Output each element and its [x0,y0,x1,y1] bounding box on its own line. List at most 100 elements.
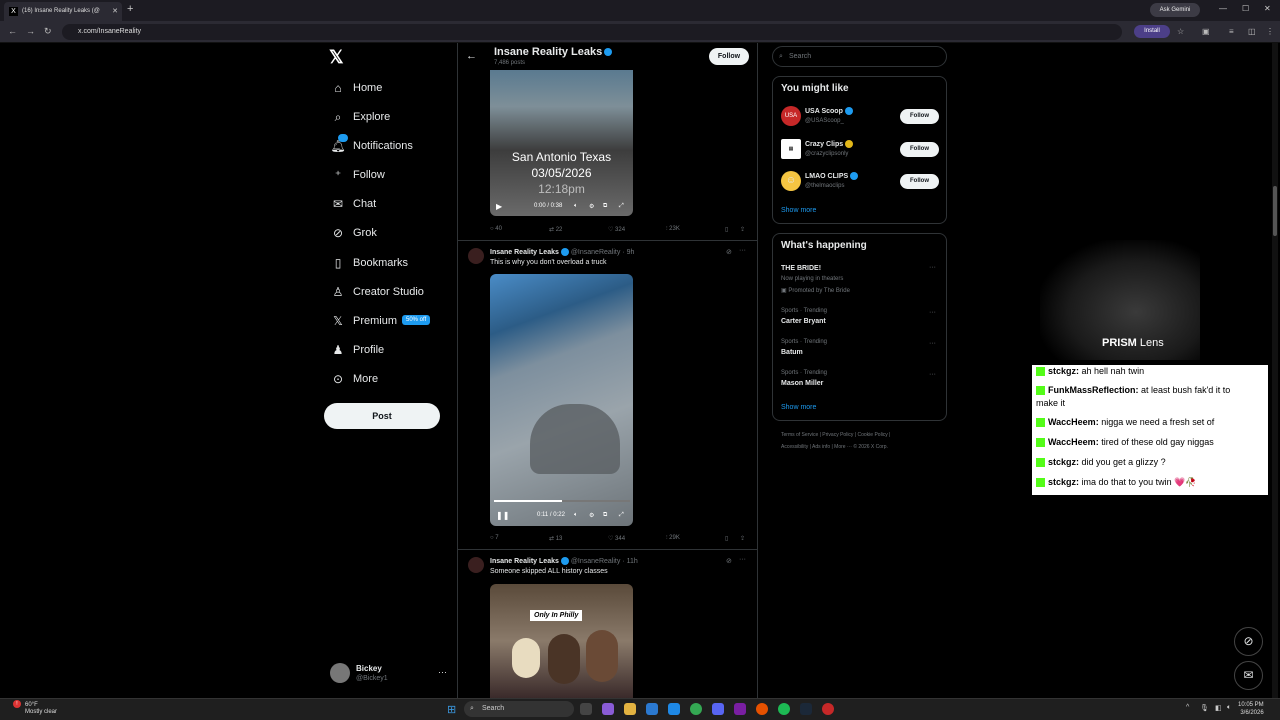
tray-chevron-icon[interactable]: ^ [1186,704,1189,711]
search-input[interactable]: ⌕ Search [772,46,947,67]
address-bar[interactable]: x.com/InsaneReality [62,24,1122,40]
suggestion-name[interactable]: LMAO CLIPS [805,172,859,180]
chrome-icon[interactable] [690,703,702,715]
avatar[interactable]: USA [781,106,801,126]
tweet-age[interactable]: 11h [627,558,638,565]
bookmark-star-icon[interactable]: ☆ [1177,27,1184,36]
grok-icon[interactable]: ⊘ [726,557,732,565]
trend-name[interactable]: Carter Bryant [781,318,826,325]
reply-button[interactable]: ○ 40 [490,226,502,232]
video-player[interactable]: ❚❚ 0:11 / 0:22 🔈︎ ⚙ ⧉ ⤢ [490,274,633,526]
pip-icon[interactable]: ⧉ [603,512,607,519]
tweet-age[interactable]: 9h [627,249,635,256]
network-icon[interactable]: ◧ [1215,704,1222,712]
post-button[interactable]: Post [324,403,440,429]
settings-icon[interactable]: ⚙ [589,512,594,519]
author-name[interactable]: Insane Reality Leaks [490,558,559,565]
scrollbar-thumb[interactable] [1273,186,1277,236]
reply-button[interactable]: ○ 7 [490,535,499,541]
share-icon[interactable]: ⇪ [740,535,745,542]
follow-button[interactable]: Follow [900,109,939,124]
install-button[interactable]: Install [1134,25,1170,38]
close-window-icon[interactable]: ✕ [1264,4,1271,13]
reload-icon[interactable]: ↻ [44,26,52,37]
author-name[interactable]: Insane Reality Leaks [490,249,559,256]
taskbar-search[interactable]: ⌕ Search [464,701,574,717]
avatar[interactable]: ▦ [781,139,801,159]
avatar[interactable] [330,663,350,683]
show-more-link[interactable]: Show more [781,207,816,214]
back-arrow-icon[interactable]: ← [466,50,477,62]
play-icon[interactable]: ▶ [496,202,502,211]
tab-close-icon[interactable]: ✕ [112,7,118,15]
repost-button[interactable]: ⇄ 22 [549,226,562,233]
menu-icon[interactable]: ⋮ [1266,27,1274,36]
like-button[interactable]: ♡ 344 [608,535,625,542]
app-icon[interactable] [734,703,746,715]
mic-icon[interactable]: 🎙︎ [1200,704,1209,712]
views-count[interactable]: ⫶ 29K [666,535,680,542]
copilot-icon[interactable] [602,703,614,715]
avatar[interactable]: ☺ [781,171,801,191]
back-icon[interactable]: ← [8,26,17,36]
page-scrollbar[interactable] [1272,43,1278,698]
account-more-icon[interactable]: ··· [438,667,447,677]
suggestion-name[interactable]: Crazy Clips [805,140,854,148]
edge-icon[interactable] [668,703,680,715]
taskbar-clock[interactable]: 10:05 PM 3/6/2026 [1238,701,1264,717]
browser-tab[interactable]: X (16) Insane Reality Leaks (@ ✕ [4,2,122,21]
trend-name[interactable]: THE BRIDE! [781,265,821,272]
volume-icon[interactable]: 🔈︎ [1227,704,1231,712]
trend-name[interactable]: Mason Miller [781,380,823,387]
follow-button[interactable]: Follow [900,142,939,157]
footer-links[interactable]: Accessibility | Ads info | More ··· © 20… [781,444,888,450]
account-name[interactable]: Bickey [356,664,382,673]
tab-search-icon[interactable]: ≡ [1229,27,1234,36]
follow-button[interactable]: Follow [709,48,749,65]
trend-more-icon[interactable]: ··· [929,340,936,347]
trend-more-icon[interactable]: ··· [929,371,936,378]
task-view-icon[interactable] [580,703,592,715]
author-handle[interactable]: @InsaneReality [571,249,621,256]
app-icon[interactable] [822,703,834,715]
pip-icon[interactable]: ⧉ [603,203,607,210]
more-options-icon[interactable]: ··· [739,556,746,563]
fullscreen-icon[interactable]: ⤢ [619,512,624,519]
video-progress-bar[interactable] [494,500,630,502]
file-explorer-icon[interactable] [624,703,636,715]
views-count[interactable]: ⫶ 23K [666,226,680,233]
follow-button[interactable]: Follow [900,174,939,189]
more-options-icon[interactable]: ··· [739,247,746,254]
forward-icon[interactable]: → [26,26,35,36]
tweet-image[interactable]: Only In Philly [490,584,633,698]
weather-widget[interactable]: 60°F Mostly clear [25,702,57,716]
extensions-icon[interactable]: ◫ [1248,27,1256,36]
sidepanel-icon[interactable]: ▣ [1202,27,1210,36]
ask-gemini-button[interactable]: Ask Gemini [1150,3,1200,17]
new-tab-button[interactable]: + [127,3,133,15]
volume-icon[interactable]: 🔈︎ [574,512,578,519]
video-player[interactable]: San Antonio Texas 03/05/2026 12:18pm ▶ 0… [490,70,633,216]
discord-icon[interactable] [712,703,724,715]
like-button[interactable]: ♡ 324 [608,226,625,233]
show-more-link[interactable]: Show more [781,404,816,411]
maximize-icon[interactable]: ☐ [1242,4,1249,13]
bookmark-icon[interactable]: ▯ [725,535,728,542]
minimize-icon[interactable]: — [1219,4,1227,13]
messages-float-button[interactable]: ✉ [1234,661,1263,690]
suggestion-name[interactable]: USA Scoop [805,107,853,115]
bookmark-icon[interactable]: ▯ [725,226,728,233]
store-icon[interactable] [646,703,658,715]
grok-float-button[interactable]: ⊘ [1234,627,1263,656]
fullscreen-icon[interactable]: ⤢ [619,203,624,210]
x-logo-icon[interactable]: 𝕏 [329,47,344,68]
pause-icon[interactable]: ❚❚ [496,511,509,520]
footer-links[interactable]: Terms of Service | Privacy Policy | Cook… [781,432,890,438]
trend-more-icon[interactable]: ··· [929,309,936,316]
share-icon[interactable]: ⇪ [740,226,745,233]
settings-icon[interactable]: ⚙ [589,203,594,210]
repost-button[interactable]: ⇄ 13 [549,535,562,542]
windows-start-icon[interactable]: ⊞ [447,703,456,716]
grok-icon[interactable]: ⊘ [726,248,732,256]
trend-more-icon[interactable]: ··· [929,264,936,271]
